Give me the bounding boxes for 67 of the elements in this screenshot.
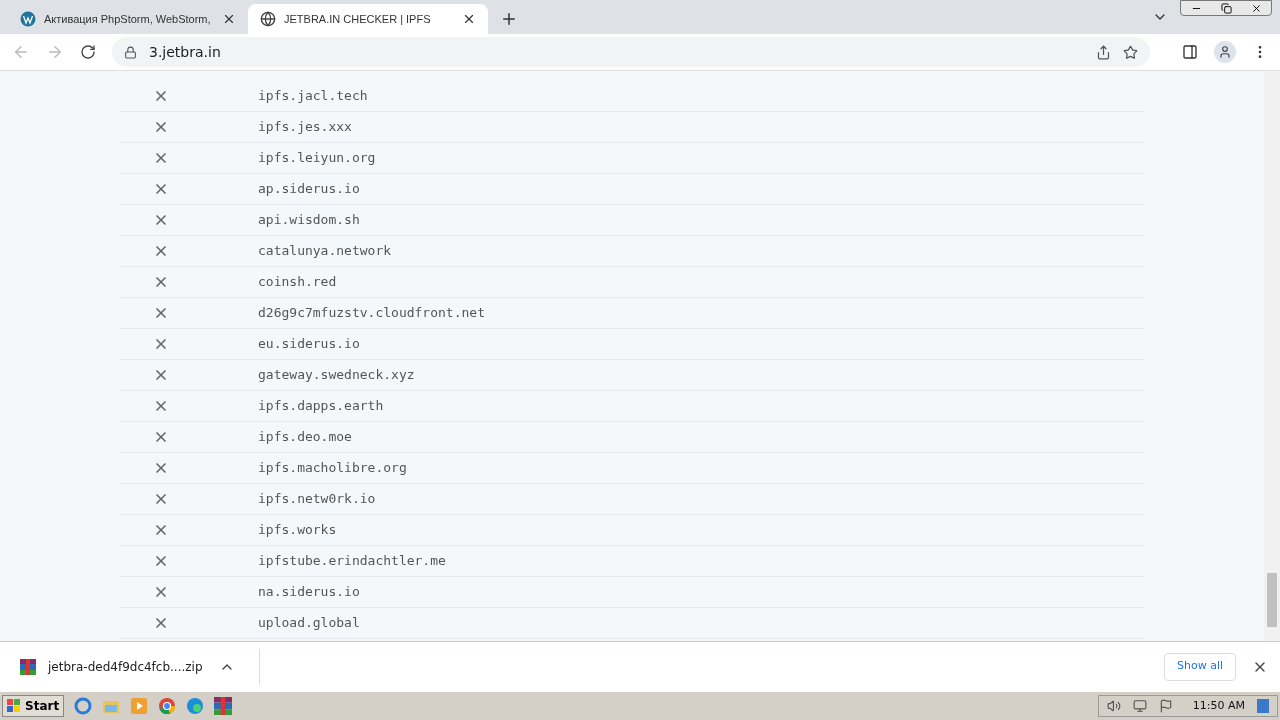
cross-icon [153,336,169,352]
scrollbar[interactable] [1264,71,1280,641]
wordpress-icon [20,11,36,27]
host-name: ipfstube.erindachtler.me [258,552,446,571]
show-all-button[interactable]: Show all [1163,652,1236,681]
cross-icon [153,615,169,631]
cross-icon [153,181,169,197]
globe-icon [260,11,276,27]
ie-icon[interactable] [74,697,93,715]
cross-icon [153,522,169,538]
host-name: api.wisdom.sh [258,211,360,230]
address-bar[interactable]: 3.jetbra.in [112,37,1150,67]
host-name: upload.global [258,614,360,633]
new-tab-icon[interactable] [500,10,518,28]
host-name: gateway.swedneck.xyz [258,366,415,385]
cross-icon [153,491,169,507]
host-name: na.siderus.io [258,583,360,602]
cross-icon [153,88,169,104]
side-panel-icon[interactable] [1182,44,1198,60]
host-name: d26g9c7mfuzstv.cloudfront.net [258,304,485,323]
chrome-icon[interactable] [158,697,177,715]
windows-logo-icon [7,699,21,713]
host-name: ap.siderus.io [258,180,360,199]
host-name: ipfs.works [258,521,337,540]
host-name: ipfs.leiyun.org [258,149,376,168]
restore-icon[interactable] [1220,2,1232,14]
bookmark-icon[interactable] [1123,44,1138,60]
archive-icon [20,658,36,675]
download-filename[interactable]: jetbra-ded4f9dc4fcb....zip [48,657,203,676]
host-name: eu.siderus.io [258,335,360,354]
cross-icon [153,584,169,600]
host-name: coinsh.red [258,273,337,292]
cross-icon [153,305,169,321]
flag-icon[interactable] [1158,699,1173,713]
cross-icon [153,212,169,228]
tab-title: JETBRA.IN CHECKER | IPFS [284,11,432,27]
cross-icon [153,243,169,259]
tab-title: Активация PhpStorm, WebStorm, [44,11,212,27]
cross-icon [153,429,169,445]
cross-icon [153,553,169,569]
host-name: ipfs.dapps.earth [258,397,384,416]
browser-tab[interactable]: JETBRA.IN CHECKER | IPFS [248,4,488,34]
speaker-icon[interactable] [1106,699,1121,713]
cross-icon [153,274,169,290]
url-text: 3.jetbra.in [149,42,222,62]
cross-icon [153,150,169,166]
clock-time: 11:50 AM [1192,697,1245,714]
network-icon[interactable] [1132,699,1147,713]
cross-icon [153,460,169,476]
host-name: ipfs.macholibre.org [258,459,407,478]
start-button[interactable]: Start [2,695,65,717]
host-name: ipfs.deo.moe [258,428,352,447]
host-name: ipfs.netw0rk.io [258,490,376,509]
cross-icon [153,367,169,383]
lock-icon [124,45,137,59]
host-name: ipfs.jes.xxx [258,118,352,137]
cross-icon [153,398,169,414]
share-icon[interactable] [1096,44,1111,60]
close-icon[interactable] [1250,2,1262,14]
close-icon[interactable] [222,12,236,26]
reload-icon[interactable] [80,44,96,60]
host-name: catalunya.network [258,242,392,261]
host-name: ipfs.jacl.tech [258,87,368,106]
cross-icon [153,119,169,135]
profile-avatar[interactable] [1214,41,1236,63]
archive-icon[interactable] [214,697,233,715]
close-icon[interactable] [462,12,476,26]
